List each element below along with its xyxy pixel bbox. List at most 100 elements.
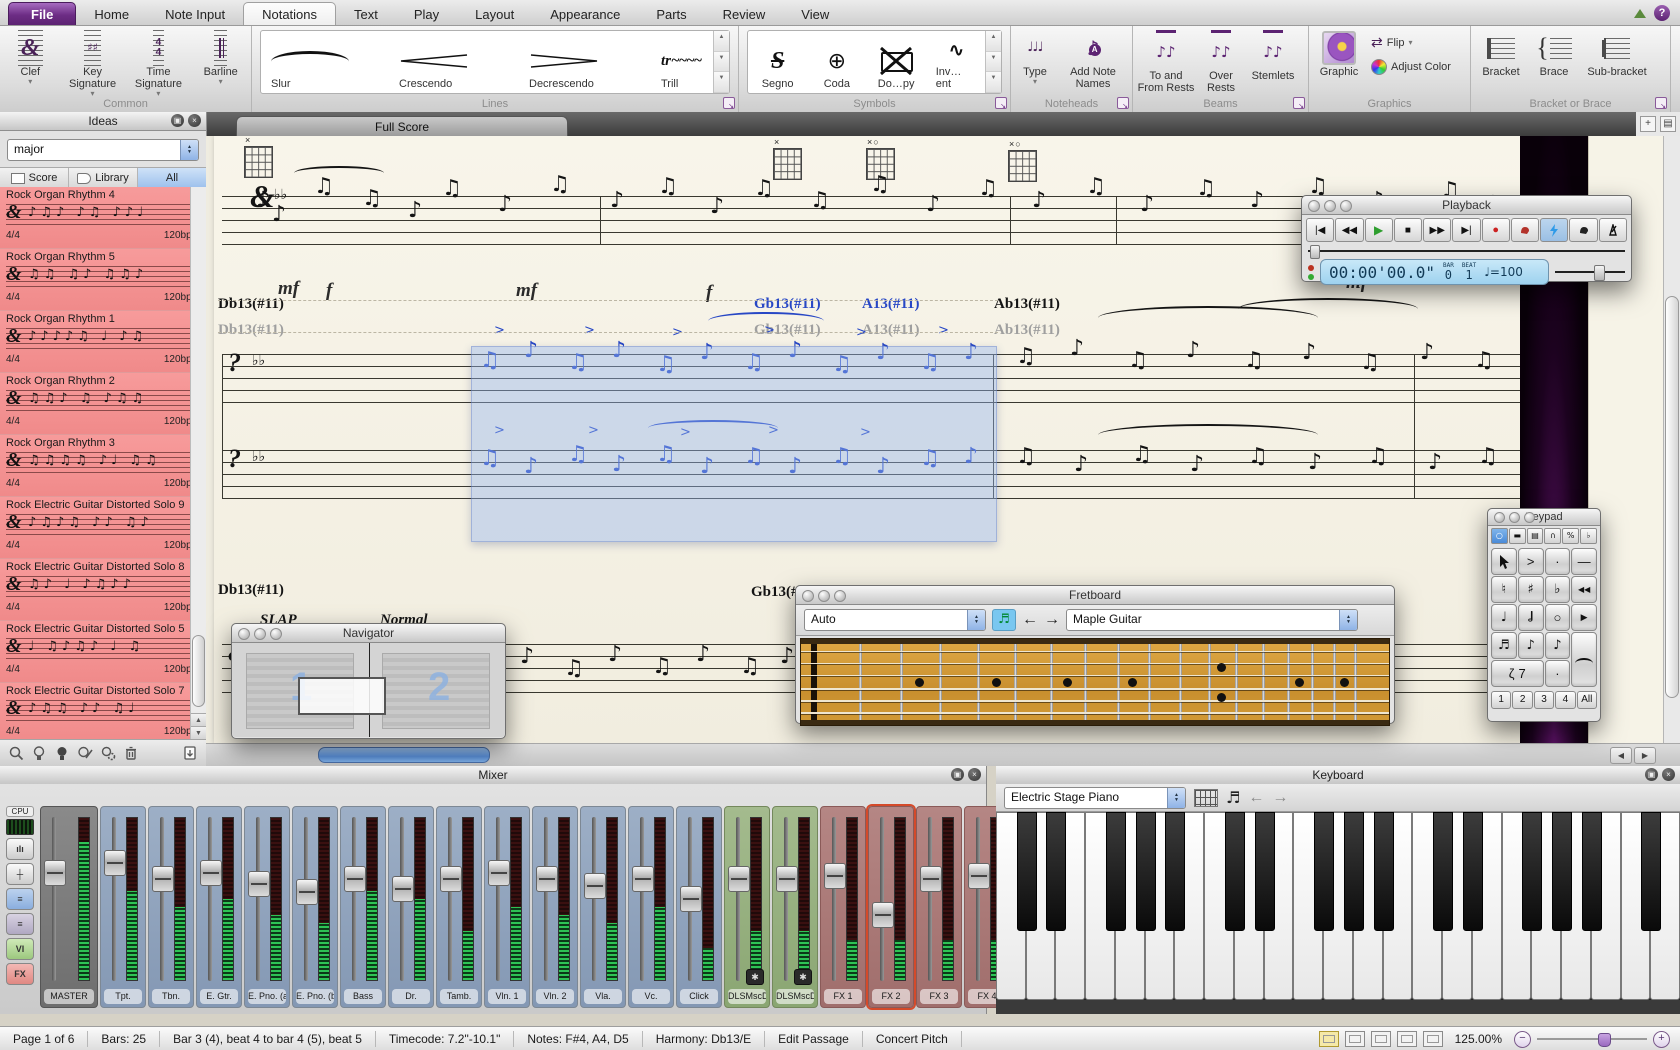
strip-settings-icon[interactable]: ✱: [746, 969, 764, 985]
note[interactable]: ♫: [652, 656, 672, 678]
note[interactable]: ♭♭: [252, 354, 265, 368]
keypad-tie-key[interactable]: [1571, 632, 1597, 687]
edit-idea-icon[interactable]: [77, 745, 93, 761]
piano-black-key[interactable]: [1641, 812, 1661, 931]
navigator-view-rectangle[interactable]: [298, 677, 386, 715]
note[interactable]: ♫: [1132, 444, 1152, 466]
dynamic-marking[interactable]: mf: [516, 280, 537, 302]
zoom-icon[interactable]: [1340, 200, 1352, 212]
fretboard-window[interactable]: Fretboard Auto ♬ ← → Maple Guitar: [795, 585, 1395, 724]
keypad-play-key[interactable]: ▶: [1571, 604, 1597, 631]
notehead-type-button[interactable]: ♩♩♩ Type: [1015, 30, 1055, 87]
idea-item[interactable]: Rock Organ Rhythm 1 & ♪♪♪♪♫ ♩ ♪♫ 4/4 120…: [0, 311, 206, 373]
keypad-voice-1[interactable]: 1: [1491, 691, 1511, 709]
view-pages-side-icon[interactable]: [1319, 1031, 1339, 1047]
keypad-tab-beams[interactable]: ▤: [1527, 528, 1544, 544]
keypad-eighth-note-key-2[interactable]: ♪: [1545, 632, 1571, 659]
fader-thumb[interactable]: [968, 863, 990, 889]
note[interactable]: ♭♭: [252, 450, 265, 464]
keypad-whole-note-key[interactable]: ○: [1545, 604, 1571, 631]
tab-text[interactable]: Text: [336, 3, 396, 25]
note[interactable]: ♪: [780, 646, 794, 668]
ideas-search-input[interactable]: major: [7, 139, 199, 161]
brace-button[interactable]: { Brace: [1533, 30, 1575, 78]
keypad-tab-more-notes[interactable]: ▬: [1509, 528, 1526, 544]
symbols-dialog-launcher[interactable]: [995, 97, 1007, 109]
ideas-search-dropdown-icon[interactable]: [180, 140, 198, 160]
piano-black-key[interactable]: [1046, 812, 1066, 931]
tempo-slider[interactable]: [1555, 265, 1625, 279]
keypad-dot-key[interactable]: ·: [1545, 660, 1571, 687]
tab-play[interactable]: Play: [396, 3, 457, 25]
note[interactable]: >: [584, 324, 595, 337]
minimize-icon[interactable]: [1324, 200, 1336, 212]
flexi-time-options-button[interactable]: [1511, 218, 1539, 242]
fader-thumb[interactable]: [248, 871, 270, 897]
fretboard-graphic[interactable]: [800, 638, 1390, 726]
idea-bulb-icon[interactable]: [31, 745, 47, 761]
note[interactable]: ♫: [1478, 446, 1498, 468]
idea-item[interactable]: Rock Electric Guitar Distorted Solo 5 & …: [0, 621, 206, 683]
note[interactable]: ♫: [1128, 350, 1148, 372]
piano-black-key[interactable]: [1552, 812, 1572, 931]
keypad-staccato-key[interactable]: ·: [1545, 548, 1571, 575]
zoom-slider[interactable]: [1537, 1032, 1647, 1046]
selected-passage-highlight[interactable]: [471, 346, 997, 542]
beams-dialog-launcher[interactable]: [1293, 97, 1305, 109]
mixer-strip-vln-2[interactable]: Vln. 2: [532, 806, 578, 1008]
score-vertical-scrollbar[interactable]: [1663, 136, 1680, 744]
chord-symbol[interactable]: A13(#11): [862, 322, 920, 339]
stemlets-button[interactable]: ♪♪ Stemlets: [1247, 30, 1299, 82]
minimize-icon[interactable]: [818, 590, 830, 602]
tab-review[interactable]: Review: [705, 3, 784, 25]
keypad-rewind-key[interactable]: ◀◀: [1571, 576, 1597, 603]
mixer-strip-tpt-[interactable]: Tpt.: [100, 806, 146, 1008]
mixer-staves-gray-button[interactable]: ≡: [6, 913, 34, 935]
keypad-tenuto-key[interactable]: —: [1571, 548, 1597, 575]
minimize-icon[interactable]: [254, 628, 266, 640]
note[interactable]: ♫: [740, 656, 760, 678]
piano-black-key[interactable]: [1344, 812, 1364, 931]
crescendo-item[interactable]: Crescendo: [389, 31, 519, 93]
keypad-tab-articulations[interactable]: ∩: [1544, 528, 1561, 544]
scroll-right-icon[interactable]: ▶: [1634, 747, 1656, 764]
piano-black-key[interactable]: [1463, 812, 1483, 931]
navigator-pages[interactable]: 1 2: [232, 643, 505, 737]
note[interactable]: ♪: [498, 194, 512, 216]
keyboard-layout-icon[interactable]: [1194, 789, 1218, 807]
ideas-close-button[interactable]: ×: [188, 114, 201, 127]
segno-item[interactable]: S Segno: [748, 31, 807, 93]
tab-list-button[interactable]: ▤: [1660, 116, 1676, 132]
keypad-window[interactable]: Keypad ○ ▬ ▤ ∩ % ♭ > · — ♮ ♯ ♭ ◀◀ ♩ ♩ ○ …: [1487, 508, 1601, 722]
idea-item[interactable]: Rock Electric Guitar Distorted Solo 9 & …: [0, 497, 206, 559]
idea-bulb-filled-icon[interactable]: [54, 745, 70, 761]
fretboard-instrument-select[interactable]: Maple Guitar: [1066, 609, 1358, 631]
time-signature-button[interactable]: 44 Time Signature: [129, 30, 189, 99]
fader-thumb[interactable]: [920, 866, 942, 892]
chord-symbol[interactable]: Gb13(#11): [754, 296, 821, 313]
capture-idea-icon[interactable]: [8, 745, 24, 761]
record-button[interactable]: ●: [1482, 218, 1510, 242]
navigator-window[interactable]: Navigator 1 2: [231, 623, 506, 739]
note[interactable]: ♪: [1140, 194, 1154, 216]
idea-info-icon[interactable]: [100, 745, 116, 761]
keypad-tab-accidentals[interactable]: ♭: [1580, 528, 1597, 544]
keypad-voice-4[interactable]: 4: [1555, 691, 1575, 709]
keypad-half-note-key[interactable]: ♩: [1518, 604, 1544, 631]
mixer-strip-dr-[interactable]: Dr.: [388, 806, 434, 1008]
live-tempo-button[interactable]: [1569, 218, 1597, 242]
keyboard-detach-button[interactable]: ▣: [1645, 768, 1658, 781]
idea-item[interactable]: Rock Organ Rhythm 5 & ♫♫ ♫♪ ♫♫♪ 4/4 120b…: [0, 249, 206, 311]
live-playback-button[interactable]: [1540, 218, 1568, 242]
note[interactable]: ♫: [1360, 352, 1380, 374]
note-input-mode-icon[interactable]: ♬: [1226, 788, 1240, 807]
guitar-string[interactable]: [801, 663, 1389, 664]
adjust-color-button[interactable]: Adjust Color: [1371, 59, 1451, 75]
do-not-photocopy-item[interactable]: Do…py: [867, 31, 926, 93]
keyboard-instrument-select[interactable]: Electric Stage Piano: [1004, 787, 1186, 809]
mixer-close-button[interactable]: ×: [968, 768, 981, 781]
tab-notations[interactable]: Notations: [243, 2, 336, 25]
mixer-strip-tamb-[interactable]: Tamb.: [436, 806, 482, 1008]
keypad-voice-3[interactable]: 3: [1534, 691, 1554, 709]
view-single-page-icon[interactable]: [1397, 1031, 1417, 1047]
